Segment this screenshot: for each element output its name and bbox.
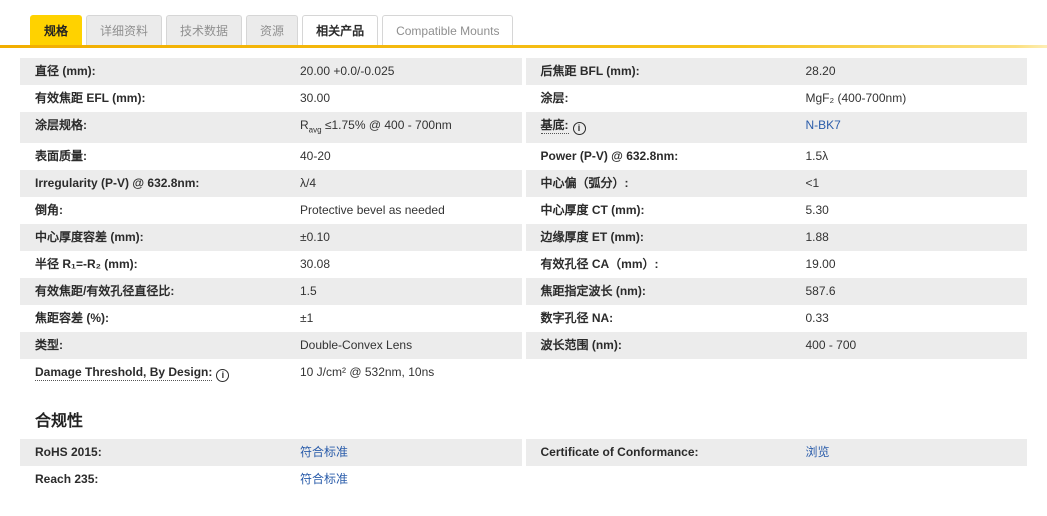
spec-row: 半径 R₁=-R₂ (mm): 30.08 有效孔径 CA（mm）: 19.00 [20, 251, 1027, 279]
spec-label: 焦距指定波长 (nm): [540, 284, 646, 299]
spec-value: Ravg ≤1.75% @ 400 - 700nm [300, 118, 452, 135]
spec-row: 倒角: Protective bevel as needed 中心厚度 CT (… [20, 197, 1027, 225]
spec-value: ±1 [300, 311, 314, 326]
spec-label-text: Damage Threshold, By Design: [35, 365, 213, 382]
spec-value: Protective bevel as needed [300, 203, 445, 218]
spec-label: 中心厚度容差 (mm): [35, 230, 144, 245]
spec-value: ±0.10 [300, 230, 330, 245]
spec-row: Damage Threshold, By Design: 10 J/cm² @ … [20, 359, 1028, 390]
spec-label: 后焦距 BFL (mm): [540, 64, 640, 78]
spec-label: 半径 R₁=-R₂ (mm): [35, 257, 138, 272]
spec-label: 数字孔径 NA: [540, 311, 614, 326]
spec-value: 0.33 [805, 311, 829, 326]
spec-label: 中心厚度 CT (mm): [540, 203, 645, 218]
spec-value: MgF₂ (400-700nm) [805, 91, 907, 105]
spec-row: 直径 (mm): 20.00 +0.0/-0.025 后焦距 BFL (mm):… [20, 58, 1027, 85]
spec-label: 焦距容差 (%): [35, 311, 109, 326]
compliance-label: Certificate of Conformance: [540, 445, 699, 460]
spec-value: 10 J/cm² @ 532nm, 10ns [300, 365, 435, 380]
spec-row: 类型: Double-Convex Lens 波长范围 (nm): 400 - … [20, 332, 1027, 360]
compliance-label: Reach 235: [35, 472, 99, 487]
spec-value: 587.6 [805, 284, 836, 299]
spec-row: 有效焦距/有效孔径直径比: 1.5 焦距指定波长 (nm): 587.6 [20, 278, 1027, 306]
spec-label: 基底: [526, 112, 791, 143]
spec-label: 涂层规格: [35, 118, 87, 132]
spec-label: 有效孔径 CA（mm）: [540, 257, 659, 272]
tab-bar: 规格 详细资料 技术数据 资源 相关产品 Compatible Mounts [0, 0, 1047, 48]
spec-value: <1 [805, 176, 820, 191]
spec-row: 焦距容差 (%): ±1 数字孔径 NA: 0.33 [20, 305, 1027, 333]
spec-value: 1.5λ [805, 149, 829, 164]
spec-value: 30.00 [300, 91, 331, 105]
spec-value: 20.00 +0.0/-0.025 [300, 64, 395, 78]
spec-label: 中心偏（弧分）: [540, 176, 629, 191]
spec-row: 中心厚度容差 (mm): ±0.10 边缘厚度 ET (mm): 1.88 [20, 224, 1027, 252]
info-icon[interactable] [216, 369, 230, 383]
reach-compliant-link[interactable]: 符合标准 [300, 472, 348, 486]
compliance-value [791, 466, 1028, 493]
certificate-view-link[interactable]: 浏览 [806, 445, 830, 459]
spec-label: Power (P-V) @ 632.8nm: [540, 149, 679, 164]
spec-label-text: 基底: [540, 118, 569, 134]
compliance-table: RoHS 2015: 符合标准 Certificate of Conforman… [20, 439, 1028, 494]
spec-value: λ/4 [300, 176, 317, 191]
tab-details[interactable]: 详细资料 [86, 15, 163, 45]
spec-value: 40-20 [300, 149, 331, 164]
spec-value: 400 - 700 [805, 338, 857, 353]
spec-value: 1.5 [300, 284, 317, 299]
spec-value: 1.88 [805, 230, 829, 245]
compliance-label: RoHS 2015: [35, 445, 102, 460]
tab-related-products[interactable]: 相关产品 [302, 15, 379, 45]
spec-label [526, 359, 791, 389]
tab-compatible-mounts[interactable]: Compatible Mounts [382, 15, 514, 45]
spec-value: Double-Convex Lens [300, 338, 413, 353]
spec-table: 直径 (mm): 20.00 +0.0/-0.025 后焦距 BFL (mm):… [20, 58, 1028, 390]
spec-label: 有效焦距/有效孔径直径比: [35, 284, 175, 299]
spec-label: Irregularity (P-V) @ 632.8nm: [35, 176, 200, 191]
spec-label: 类型: [35, 338, 63, 353]
substrate-link[interactable]: N-BK7 [806, 118, 841, 132]
spec-label: 涂层: [540, 91, 569, 105]
compliance-row: RoHS 2015: 符合标准 Certificate of Conforman… [20, 439, 1027, 467]
spec-value [791, 359, 1028, 389]
compliance-heading: 合规性 [35, 413, 84, 431]
spec-row: 涂层规格: Ravg ≤1.75% @ 400 - 700nm 基底: N-BK… [20, 112, 1027, 144]
spec-label: 边缘厚度 ET (mm): [540, 230, 644, 245]
tab-technical-data[interactable]: 技术数据 [166, 15, 243, 45]
spec-value: 5.30 [805, 203, 829, 218]
spec-row: 有效焦距 EFL (mm): 30.00 涂层: MgF₂ (400-700nm… [20, 85, 1027, 112]
spec-label: 有效焦距 EFL (mm): [35, 91, 146, 105]
tab-resources[interactable]: 资源 [246, 15, 299, 45]
tab-underline [0, 45, 1047, 48]
spec-label: 倒角: [35, 203, 63, 218]
spec-value: 28.20 [805, 64, 836, 78]
spec-label: 表面质量: [35, 149, 87, 164]
spec-row: 表面质量: 40-20 Power (P-V) @ 632.8nm: 1.5λ [20, 143, 1027, 171]
info-icon[interactable] [572, 122, 586, 135]
compliance-row: Reach 235: 符合标准 [20, 466, 1028, 494]
tab-specifications[interactable]: 规格 [30, 15, 83, 45]
compliance-label [526, 466, 791, 493]
rohs-compliant-link[interactable]: 符合标准 [300, 445, 348, 459]
spec-value: 19.00 [805, 257, 836, 272]
spec-row: Irregularity (P-V) @ 632.8nm: λ/4 中心偏（弧分… [20, 170, 1027, 198]
spec-label: Damage Threshold, By Design: [20, 359, 285, 389]
spec-label: 波长范围 (nm): [540, 338, 622, 353]
spec-value: 30.08 [300, 257, 331, 272]
spec-label: 直径 (mm): [35, 64, 96, 78]
